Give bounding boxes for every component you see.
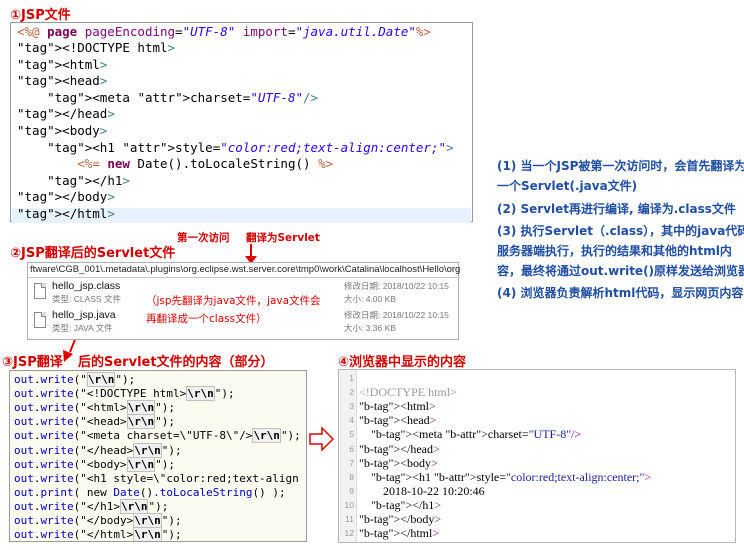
servlet-line: out.write("<h1 style=\"color:red;text-al… xyxy=(14,471,299,485)
file-size: 大小: 4.00 KB xyxy=(344,294,396,304)
file-size: 大小: 3.36 KB xyxy=(344,323,396,333)
servlet-code-panel[interactable]: out.write("\r\n"); out.write("<!DOCTYPE h… xyxy=(9,370,307,542)
servlet-line: out.write("<body>\r\n"); xyxy=(14,456,175,472)
line-number: 1 xyxy=(349,373,354,383)
browser-source-line: "b-tag"><h1 "b-attr">style="color:red;te… xyxy=(371,469,652,484)
servlet-line: out.write("\r\n"); xyxy=(14,372,136,387)
servlet-line: out.write("<head>\r\n"); xyxy=(14,414,175,430)
compile-note-line1: （jsp先翻译为java文件，java文件会 xyxy=(146,295,321,307)
file-type: 类型: JAVA 文件 xyxy=(52,323,113,333)
browser-source-line: "b-tag"></html> xyxy=(359,526,440,541)
browser-source-line: 2018-10-22 10:20:46 xyxy=(359,483,485,498)
line-number: 3 xyxy=(349,401,354,412)
line-number: 7 xyxy=(349,457,354,468)
file-icon xyxy=(34,312,46,328)
line-number: 5 xyxy=(349,429,354,440)
file-date: 修改日期: 2018/10/22 10:15 xyxy=(344,310,449,320)
line-number: 8 xyxy=(349,471,354,482)
browser-source-view[interactable]: 1 2 3 4 5 6 7 8 9 10 11 12 <!DOCTYPE html> "b-tag"><… xyxy=(338,369,736,543)
servlet-line: out.write("</head>\r\n"); xyxy=(14,442,182,458)
section3-title-a: ③JSP翻译 xyxy=(2,355,63,370)
line-number: 10 xyxy=(344,499,354,510)
file-name: hello_jsp.java xyxy=(52,309,116,321)
line-number: 11 xyxy=(345,514,354,524)
servlet-line: out.print( new Date().toLocaleString() )… xyxy=(14,485,286,499)
line-number: 12 xyxy=(344,528,354,539)
browser-source-line: "b-tag"><meta "b-attr">charset="UTF-8"/> xyxy=(371,427,582,442)
servlet-line: out.write("<!DOCTYPE html>\r\n"); xyxy=(14,386,235,402)
browser-source-line: <!DOCTYPE html> xyxy=(359,385,457,400)
explorer-path[interactable]: ftware\CGB_001\.metadata\.plugins\org.ec… xyxy=(28,263,460,278)
explanation-note: 容，最终将通过out.write()原样发送给浏览器 xyxy=(497,264,744,278)
compile-note-line2: 再翻译成一个class文件） xyxy=(146,313,267,325)
file-icon xyxy=(34,283,46,299)
file-name: hello_jsp.class xyxy=(52,280,121,292)
line-number: 2 xyxy=(349,387,354,398)
arrow-to-browser xyxy=(309,426,335,452)
line-number: 4 xyxy=(349,415,354,426)
explanation-note: (1) 当一个JSP被第一次访问时，会首先翻译为 xyxy=(497,159,744,173)
servlet-line: out.write("<meta charset=\"UTF-8\"/>\r\n… xyxy=(14,428,301,444)
servlet-line: out.write("</h1>\r\n"); xyxy=(14,498,169,514)
file-type: 类型: CLASS 文件 xyxy=(52,294,121,304)
arrow-to-servlet-head xyxy=(63,350,73,362)
file-explorer: ftware\CGB_001\.metadata\.plugins\org.ec… xyxy=(27,262,460,340)
servlet-line: out.write("</html>\r\n"); xyxy=(14,527,182,542)
browser-source-line: "b-tag"><head> xyxy=(359,413,437,428)
line-number: 6 xyxy=(349,443,354,454)
explanation-note: (3) 执行Servlet（.class），其中的java代码在 xyxy=(497,224,744,238)
explanation-note: (4) 浏览器负责解析html代码，显示网页内容 xyxy=(497,286,744,300)
line-number: 9 xyxy=(349,485,354,496)
browser-source-line: "b-tag"></head> xyxy=(359,441,440,456)
browser-source-line: "b-tag"><html> xyxy=(359,399,436,414)
browser-source-line: "b-tag"></h1> xyxy=(371,497,442,512)
section3-title-b: 后的Servlet文件的内容（部分） xyxy=(78,355,274,370)
explanation-note: (2) Servlet再进行编译, 编译为.class文件 xyxy=(497,202,736,216)
file-date: 修改日期: 2018/10/22 10:15 xyxy=(344,281,449,291)
section4-title: ④浏览器中显示的内容 xyxy=(338,355,467,370)
explanation-note: 一个Servlet(.java文件) xyxy=(497,179,638,193)
explanation-note: 服务器端执行，执行的结果和其他的html内 xyxy=(497,244,732,258)
servlet-line: out.write("<html>\r\n"); xyxy=(14,400,175,416)
servlet-line: out.write("</body>\r\n"); xyxy=(14,513,182,528)
browser-source-line: "b-tag"><body> xyxy=(359,455,438,470)
browser-source-line: "b-tag"></body> xyxy=(359,512,442,526)
